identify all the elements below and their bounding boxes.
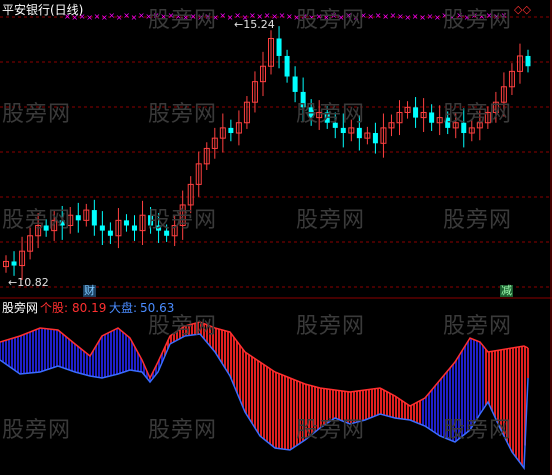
candle-body xyxy=(372,133,378,144)
stock-value: 80.19 xyxy=(72,301,107,315)
watermark: 股旁网 xyxy=(296,8,366,33)
high-price-label: ←15.24 xyxy=(234,18,275,31)
candle-body xyxy=(413,107,419,118)
signal-cross: × xyxy=(390,11,397,20)
candle-body xyxy=(429,112,435,123)
signal-cross: × xyxy=(404,13,411,22)
signal-cross: × xyxy=(101,13,108,22)
signal-cross: × xyxy=(367,12,374,21)
candle-body xyxy=(107,230,113,236)
candle-body xyxy=(276,38,282,56)
watermark: 股旁网 xyxy=(148,208,218,233)
watermark: 股旁网 xyxy=(296,102,366,127)
signal-cross: × xyxy=(286,12,293,21)
signal-cross: × xyxy=(94,12,101,21)
candle-body xyxy=(11,261,17,266)
signal-cross: × xyxy=(227,13,234,22)
watermark: 股旁网 xyxy=(148,8,218,33)
signal-cross: × xyxy=(412,12,419,21)
candle-body xyxy=(340,127,346,134)
candle-body xyxy=(131,225,137,231)
low-price-value: 10.82 xyxy=(17,276,49,289)
signal-crosses: × × × × × × × × × × × × × × × × × × × × × × × × × × × × × × × × × × × × × × × ×… xyxy=(64,11,507,22)
candle-body xyxy=(525,55,531,67)
grid-lines xyxy=(0,16,552,288)
watermark: 股旁网 xyxy=(443,208,513,233)
low-price-label: ←10.82 xyxy=(8,276,49,289)
lower-indicator-area xyxy=(0,321,529,471)
candle-body xyxy=(75,215,81,221)
signal-cross: × xyxy=(116,13,123,22)
stock-label: 个股: xyxy=(40,301,69,315)
signal-cross: × xyxy=(219,11,226,20)
signal-cross: × xyxy=(419,13,426,22)
watermark: 股旁网 xyxy=(443,314,513,339)
watermark: 股旁网 xyxy=(443,8,513,33)
signal-cross: × xyxy=(434,13,441,22)
watermark: 股旁网 xyxy=(296,208,366,233)
watermark: 股旁网 xyxy=(148,102,218,127)
watermark: 股旁网 xyxy=(296,314,366,339)
index-label: 大盘: xyxy=(109,301,138,315)
marker-cai[interactable]: 财 xyxy=(83,285,96,297)
candle-body xyxy=(356,127,362,139)
chart-stage: × × × × × × × × × × × × × × × × × × × × × × × × × × × × × × × × × × × × × × × ×… xyxy=(0,0,552,475)
signal-cross: × xyxy=(382,12,389,21)
candle-body xyxy=(284,55,290,77)
indicator-name: 股旁网 xyxy=(2,301,39,315)
signal-cross: × xyxy=(123,11,130,20)
watermark: 股旁网 xyxy=(443,102,513,127)
signal-cross: × xyxy=(397,12,404,21)
watermark: 股旁网 xyxy=(443,418,513,443)
candle-body xyxy=(123,220,129,226)
top-right-marker[interactable]: ◇◇ xyxy=(514,3,531,17)
watermark: 股旁网 xyxy=(2,102,72,127)
watermark: 股旁网 xyxy=(2,418,72,443)
signal-cross: × xyxy=(138,11,145,20)
candle-body xyxy=(228,127,234,134)
watermark: 股旁网 xyxy=(2,208,72,233)
signal-cross: × xyxy=(279,11,286,20)
signal-cross: × xyxy=(375,11,382,20)
watermark: 股旁网 xyxy=(296,418,366,443)
signal-cross: × xyxy=(108,11,115,20)
watermark: 股旁网 xyxy=(148,418,218,443)
signal-cross: × xyxy=(131,13,138,22)
candle-body xyxy=(292,76,298,92)
signal-cross: × xyxy=(86,13,93,22)
candle-body xyxy=(91,210,97,226)
signal-cross: × xyxy=(427,12,434,21)
marker-jian[interactable]: 减 xyxy=(500,285,513,297)
index-value: 50.63 xyxy=(140,301,175,315)
high-price-value: 15.24 xyxy=(243,18,275,31)
candle-body xyxy=(99,225,105,231)
chart-title: 平安银行(日线) xyxy=(2,3,84,17)
